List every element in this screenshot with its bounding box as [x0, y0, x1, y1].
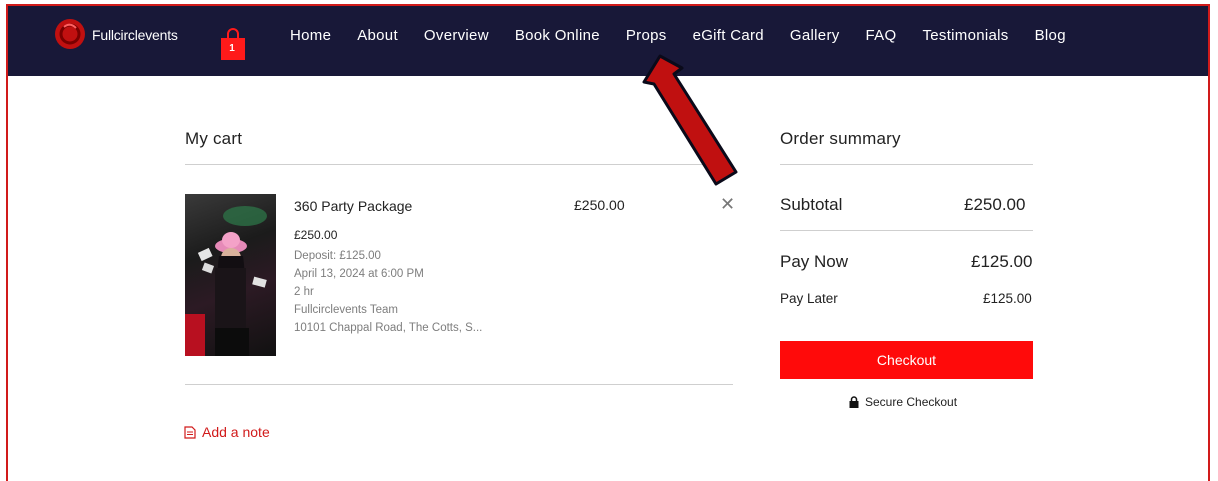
item-deposit: Deposit: £125.00 — [294, 250, 381, 262]
nav-egift-card[interactable]: eGift Card — [693, 26, 764, 46]
checkout-button[interactable]: Checkout — [780, 341, 1033, 379]
summary-title: Order summary — [780, 129, 901, 148]
item-duration: 2 hr — [294, 286, 314, 298]
brand-name[interactable]: Fullcirclevents — [92, 27, 178, 43]
subtotal-label: Subtotal — [780, 195, 843, 214]
cart-title: My cart — [185, 129, 243, 148]
nav-about[interactable]: About — [357, 26, 398, 46]
nav-testimonials[interactable]: Testimonials — [922, 26, 1008, 46]
top-navigation: Fullcirclevents 1 Home About Overview Bo… — [8, 6, 1208, 76]
item-line-total: £250.00 — [574, 197, 625, 213]
cart-divider-bottom — [185, 384, 733, 385]
remove-item-button[interactable]: ✕ — [720, 194, 735, 215]
add-note-label: Add a note — [202, 424, 270, 440]
item-staff: Fullcirclevents Team — [294, 304, 398, 316]
item-price: £250.00 — [294, 228, 338, 242]
pay-later-label: Pay Later — [780, 291, 838, 306]
annotation-arrow — [642, 54, 738, 186]
summary-divider-mid — [780, 230, 1033, 231]
main-menu: Home About Overview Book Online Props eG… — [290, 26, 1092, 46]
subtotal-value: £250.00 — [964, 195, 1026, 214]
item-name[interactable]: 360 Party Package — [294, 198, 412, 214]
nav-home[interactable]: Home — [290, 26, 331, 46]
item-date: April 13, 2024 at 6:00 PM — [294, 268, 424, 280]
nav-faq[interactable]: FAQ — [866, 26, 897, 46]
secure-checkout-label: Secure Checkout — [865, 395, 958, 409]
secure-checkout: Secure Checkout — [849, 395, 957, 409]
lock-icon — [849, 396, 859, 408]
note-icon — [184, 426, 196, 439]
pay-now-value: £125.00 — [971, 252, 1033, 271]
summary-divider-top — [780, 164, 1033, 165]
pay-later-value: £125.00 — [983, 291, 1032, 306]
nav-blog[interactable]: Blog — [1035, 26, 1066, 46]
product-image[interactable] — [185, 194, 276, 356]
nav-book-online[interactable]: Book Online — [515, 26, 600, 46]
logo-icon[interactable] — [54, 18, 86, 50]
item-address: 10101 Chappal Road, The Cotts, S... — [294, 322, 483, 334]
nav-gallery[interactable]: Gallery — [790, 26, 840, 46]
cart-count-badge: 1 — [229, 43, 235, 54]
add-note-link[interactable]: Add a note — [184, 424, 270, 440]
nav-overview[interactable]: Overview — [424, 26, 489, 46]
nav-props[interactable]: Props — [626, 26, 667, 46]
pay-now-label: Pay Now — [780, 252, 849, 271]
